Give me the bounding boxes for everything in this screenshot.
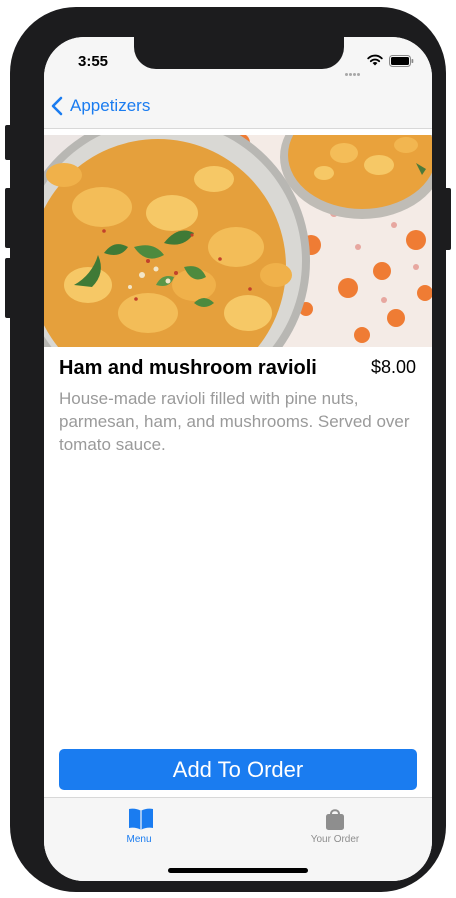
wifi-icon [367, 54, 383, 66]
home-indicator[interactable] [168, 868, 308, 873]
chevron-left-icon [51, 96, 63, 116]
navigation-bar: Appetizers [44, 85, 432, 129]
tab-your-order-label: Your Order [310, 834, 360, 845]
tab-menu-label: Menu [126, 834, 152, 845]
add-to-order-button[interactable]: Add To Order [59, 749, 417, 790]
cellular-signal-icon [345, 63, 363, 76]
bag-icon [326, 809, 344, 830]
back-button[interactable]: Appetizers [50, 93, 150, 119]
dish-photo [44, 135, 432, 347]
tab-menu[interactable]: Menu [44, 798, 238, 858]
tab-your-order[interactable]: Your Order [238, 798, 432, 858]
item-price: $8.00 [370, 357, 416, 377]
item-description: House-made ravioli filled with pine nuts… [59, 389, 410, 454]
book-icon [129, 808, 153, 830]
notch [134, 37, 344, 69]
screen: 3:55 Appetizers Ham and mushroom ravioli… [44, 37, 432, 881]
status-time: 3:55 [78, 53, 109, 70]
item-title: Ham and mushroom ravioli [59, 357, 317, 379]
device-frame: 3:55 Appetizers Ham and mushroom ravioli… [10, 7, 446, 892]
back-button-label: Appetizers [70, 96, 151, 115]
battery-icon [389, 55, 414, 67]
